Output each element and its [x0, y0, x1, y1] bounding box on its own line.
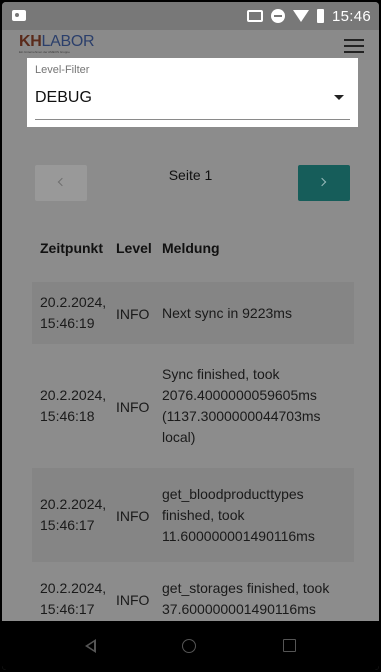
home-icon[interactable]	[182, 638, 197, 653]
row-message: get_bloodproducttypes finished, took 11.…	[162, 485, 315, 544]
cast-icon	[246, 10, 263, 22]
notification-icon	[12, 10, 26, 21]
row-message: Sync finished, took 2076.4000000059605ms…	[162, 366, 321, 445]
logo[interactable]: KHLABOR Ein Unternehmen der AMEOS Gruppe	[19, 33, 95, 55]
chevron-down-icon	[334, 95, 344, 100]
header-level: Level	[116, 240, 152, 256]
header-message: Meldung	[162, 240, 220, 256]
device-screen: 15:46 KHLABOR Ein Unternehmen der AMEOS …	[2, 2, 379, 670]
table-row: 20.2.2024, 15:46:19 INFO Next sync in 92…	[32, 282, 354, 344]
row-level: INFO	[116, 507, 150, 524]
table-row: 20.2.2024, 15:46:18 INFO Sync finished, …	[32, 344, 354, 468]
logo-labor: LABOR	[41, 33, 95, 50]
row-time: 20.2.2024, 15:46:17	[40, 580, 107, 617]
status-time: 15:46	[331, 7, 371, 25]
back-icon[interactable]	[85, 638, 97, 653]
row-level: INFO	[116, 305, 150, 322]
row-message: Next sync in 9223ms	[162, 304, 292, 321]
recent-apps-icon[interactable]	[282, 639, 296, 652]
row-message: get_storages finished, took 37.600000001…	[162, 580, 330, 617]
row-level: INFO	[116, 398, 150, 415]
do-not-disturb-icon	[270, 9, 285, 23]
hamburger-menu-icon[interactable]	[344, 39, 364, 53]
table-header: Zeitpunkt Level Meldung	[32, 230, 354, 266]
logo-subtitle: Ein Unternehmen der AMEOS Gruppe	[19, 50, 70, 54]
chevron-right-icon	[317, 177, 327, 187]
logo-kh: KH	[19, 33, 42, 50]
level-filter-label: Level-Filter	[35, 64, 90, 76]
navigation-bar	[2, 621, 379, 670]
battery-icon	[316, 9, 324, 23]
row-time: 20.2.2024, 15:46:18	[40, 387, 107, 424]
header-time: Zeitpunkt	[40, 240, 103, 256]
status-bar: 15:46	[2, 2, 379, 30]
app-header: KHLABOR Ein Unternehmen der AMEOS Gruppe	[2, 30, 379, 60]
row-level: INFO	[116, 591, 150, 608]
row-time: 20.2.2024, 15:46:19	[40, 294, 107, 331]
next-page-button[interactable]	[298, 165, 350, 201]
level-filter-underline	[35, 119, 350, 120]
log-table: Zeitpunkt Level Meldung 20.2.2024, 15:46…	[32, 230, 354, 630]
level-filter-select[interactable]: Level-Filter DEBUG	[27, 58, 358, 127]
row-time: 20.2.2024, 15:46:17	[40, 496, 107, 533]
level-filter-value: DEBUG	[35, 89, 92, 106]
wifi-icon	[292, 10, 309, 22]
table-row: 20.2.2024, 15:46:17 INFO get_bloodproduc…	[32, 468, 354, 562]
status-icons: 15:46	[246, 7, 371, 25]
